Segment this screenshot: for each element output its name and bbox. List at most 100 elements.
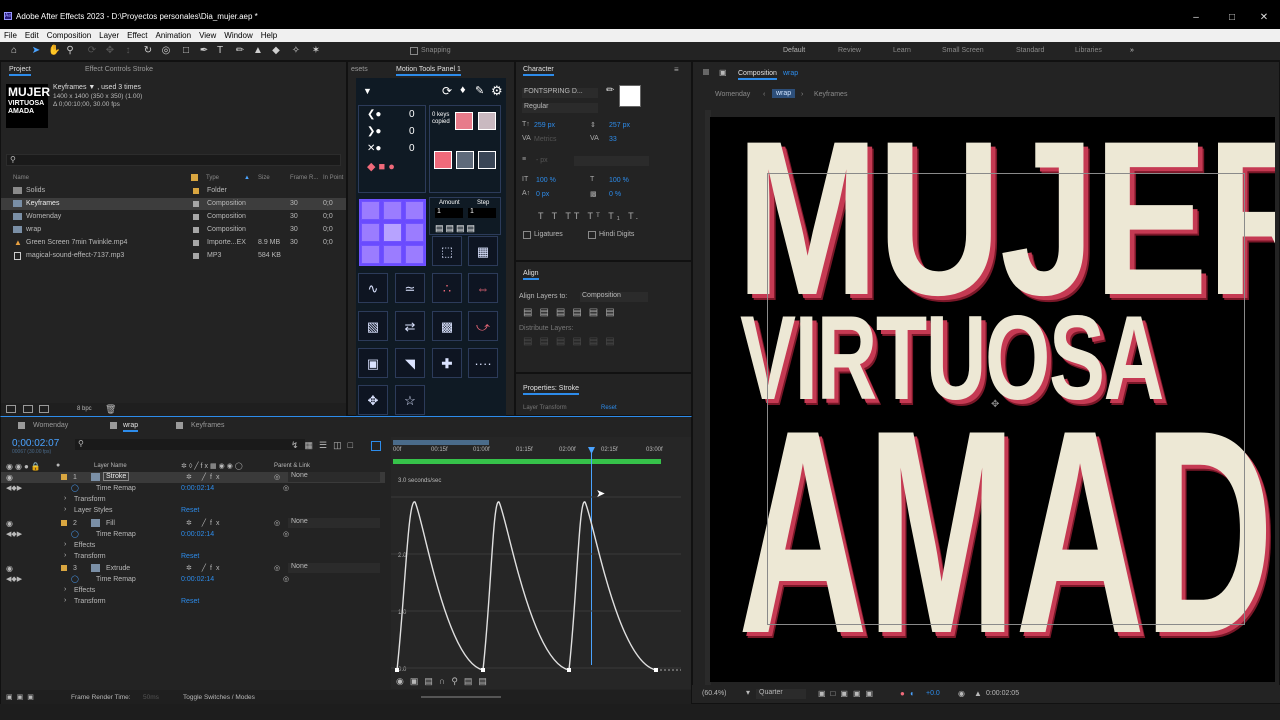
group-row[interactable]: › Transform Reset xyxy=(1,596,385,607)
col-frame-rate[interactable]: Frame R... xyxy=(290,175,318,181)
viewer-option-icons[interactable]: ▣□▣▣▣ xyxy=(818,689,878,698)
tab-composition[interactable]: Composition xyxy=(738,70,777,80)
expand-arrow-icon[interactable]: › xyxy=(64,597,66,604)
parent-select[interactable]: None xyxy=(288,518,380,528)
group-row[interactable]: › Effects xyxy=(1,540,385,551)
col-type[interactable]: Type xyxy=(206,175,219,181)
timeline-switch-icons[interactable]: ↯▦☰◫□ xyxy=(291,440,359,451)
property-value[interactable]: 0:00:02:14 xyxy=(181,485,214,492)
dolly-tool-icon[interactable]: ↕ xyxy=(122,45,134,57)
expand-arrow-icon[interactable]: › xyxy=(64,541,66,548)
distribute-icons[interactable]: ▤▤▤▤ xyxy=(435,223,477,234)
layer-switches[interactable]: ✲ ╱fx xyxy=(186,564,223,572)
pan-behind-tool-icon[interactable]: ◎ xyxy=(160,45,172,57)
viewer-timecode[interactable]: 0:00:02:05 xyxy=(986,690,1019,697)
layer-switches[interactable]: ✲ ╱fx xyxy=(186,473,223,481)
red-swatch-icon[interactable] xyxy=(434,151,452,169)
refresh-icon[interactable]: ⟳ xyxy=(442,84,452,98)
layer-row-fill[interactable]: ◉ 2 Fill ✲ ╱fx ◎ None xyxy=(1,518,385,529)
snapshot-icon[interactable]: ◉ xyxy=(958,689,965,698)
property-row[interactable]: ◀◆▶ ◯ Time Remap 0:00:02:14 ◎ xyxy=(1,574,385,585)
pan-tool-icon[interactable]: ✥ xyxy=(104,45,116,57)
group-row[interactable]: › Transform Reset xyxy=(1,551,385,562)
menu-help[interactable]: Help xyxy=(257,29,281,42)
toggle-switches-modes[interactable]: Toggle Switches / Modes xyxy=(183,694,255,701)
workspace-default[interactable]: Default xyxy=(783,47,805,54)
layer-label-swatch[interactable] xyxy=(61,474,67,480)
col-size[interactable]: Size xyxy=(258,175,270,181)
crop-icon[interactable]: ✚ xyxy=(432,348,462,378)
more-workspaces-icon[interactable]: » xyxy=(1130,47,1134,54)
maximize-icon[interactable]: □ xyxy=(1224,12,1240,23)
keyframe-nav-icon[interactable]: ◀◆▶ xyxy=(6,530,22,538)
expression-pickwhip-icon[interactable]: ◎ xyxy=(283,575,289,583)
amount-input[interactable]: 1 xyxy=(435,208,463,218)
layer-name-header[interactable]: Layer Name xyxy=(94,463,127,469)
align-buttons[interactable]: ▤▤▤▤▤▤ xyxy=(523,307,622,318)
brush-tool-icon[interactable]: ✏ xyxy=(234,45,246,57)
horizontal-scale-value[interactable]: 100 % xyxy=(609,177,629,184)
zoom-slider[interactable] xyxy=(421,696,501,698)
arc-wave-icon[interactable]: ≃ xyxy=(395,273,425,303)
distribute-buttons[interactable]: ▤▤▤▤▤▤ xyxy=(523,336,622,347)
font-style-select[interactable]: Regular xyxy=(522,103,598,113)
composition-canvas[interactable]: MUJER VIRTUOSA AMADA ✥ xyxy=(710,117,1275,682)
expand-arrow-icon[interactable]: › xyxy=(64,495,66,502)
keyframe-nav-icon[interactable]: ◀◆▶ xyxy=(6,484,22,492)
tab-keyframes[interactable]: Keyframes xyxy=(191,422,224,429)
visibility-icon[interactable]: ◉ xyxy=(6,473,13,482)
hand-tool-icon[interactable]: ✋ xyxy=(48,45,60,57)
dropdown-icon[interactable]: ▼ xyxy=(363,86,372,96)
workspace-standard[interactable]: Standard xyxy=(1016,47,1044,54)
visibility-icon[interactable]: ◉ xyxy=(6,564,13,573)
layer-row-stroke[interactable]: ◉ 1 Stroke ✲ ╱fx ◎ None xyxy=(1,472,385,483)
delete-key-icon[interactable]: ✕● xyxy=(367,143,381,154)
graph-editor-tools[interactable]: ◉▣▤∩⚲▤▤ xyxy=(396,676,493,687)
tab-effect-controls[interactable]: Effect Controls Stroke xyxy=(85,66,153,73)
settings-gear-icon[interactable]: ⚙ xyxy=(491,83,503,99)
roto-brush-tool-icon[interactable]: ✧ xyxy=(290,45,302,57)
pen-tool-icon[interactable]: ✒ xyxy=(198,45,210,57)
workspace-learn[interactable]: Learn xyxy=(893,47,911,54)
kerning-value[interactable]: Metrics xyxy=(534,136,557,143)
project-item-womenday[interactable]: Womenday Composition 30 0;0 xyxy=(1,211,346,223)
layer-row-extrude[interactable]: ◉ 3 Extrude ✲ ╱fx ◎ None xyxy=(1,563,385,574)
crumb-wrap[interactable]: wrap xyxy=(772,89,796,98)
parent-link-header[interactable]: Parent & Link xyxy=(274,463,310,469)
tab-align[interactable]: Align xyxy=(523,270,539,280)
fill-frame-icon[interactable]: ◥ xyxy=(395,348,425,378)
font-size-value[interactable]: 259 px xyxy=(534,122,555,129)
reset-link[interactable]: Reset xyxy=(181,553,199,560)
layer-label-swatch[interactable] xyxy=(61,565,67,571)
tab-wrap[interactable]: wrap xyxy=(123,422,139,432)
delete-icon[interactable]: 🗑 xyxy=(105,404,116,415)
timeline-search-input[interactable]: ⚲ xyxy=(75,439,305,450)
parent-pickwhip-icon[interactable]: ◎ xyxy=(274,519,280,527)
grey-swatch-icon[interactable] xyxy=(456,151,474,169)
tab-composition-name[interactable]: wrap xyxy=(783,70,798,77)
reset-link[interactable]: Reset xyxy=(181,507,199,514)
home-icon[interactable]: ⌂ xyxy=(8,45,20,57)
expand-arrow-icon[interactable]: › xyxy=(64,506,66,513)
bpc-label[interactable]: 8 bpc xyxy=(77,406,92,412)
project-item-solids[interactable]: Solids Folder xyxy=(1,185,346,197)
col-in-point[interactable]: In Point xyxy=(323,175,343,181)
graph-editor-toggle-icon[interactable] xyxy=(371,441,381,451)
quality-select[interactable]: Quarter xyxy=(756,689,806,699)
layer-duration-bar[interactable] xyxy=(393,459,661,464)
interpret-footage-icon[interactable] xyxy=(6,405,16,413)
layer-name[interactable]: Fill xyxy=(106,520,115,527)
type-tool-icon[interactable]: T xyxy=(214,45,226,57)
visibility-icon[interactable]: ◉ xyxy=(6,519,13,528)
menu-composition[interactable]: Composition xyxy=(43,29,95,42)
tab-character[interactable]: Character xyxy=(523,66,554,76)
parent-select[interactable]: None xyxy=(288,563,380,573)
next-key-icon[interactable]: ❯● xyxy=(367,126,381,137)
ligatures-checkbox[interactable] xyxy=(523,231,531,239)
footer-toggle-icons[interactable]: ▣▣▣ xyxy=(6,693,38,701)
connect-icon[interactable]: ⇄ xyxy=(395,311,425,341)
menu-view[interactable]: View xyxy=(195,29,220,42)
wave-icon[interactable]: ∿ xyxy=(358,273,388,303)
hindi-digits-checkbox[interactable] xyxy=(588,231,596,239)
stroke-style-select[interactable] xyxy=(574,156,649,166)
